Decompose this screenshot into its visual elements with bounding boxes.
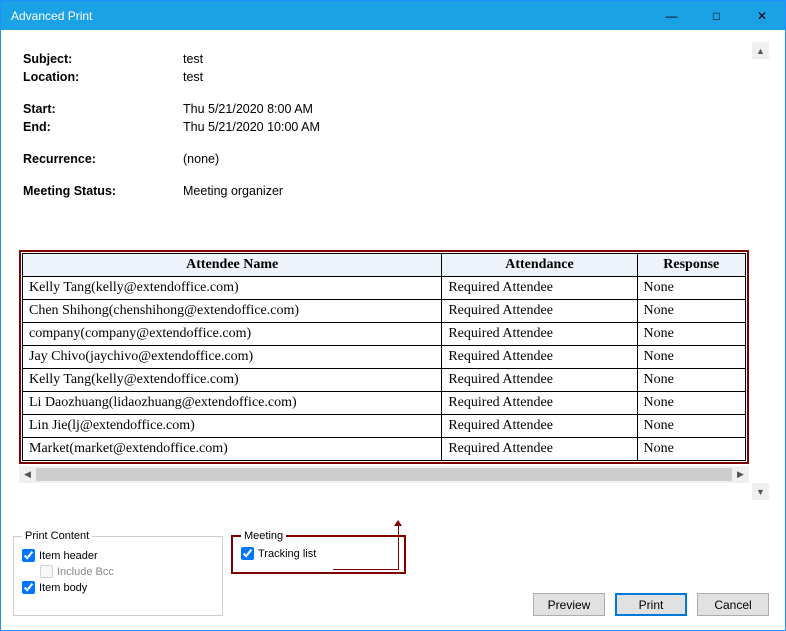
- tracking-list-label: Tracking list: [258, 548, 316, 560]
- cell-attendance: Required Attendee: [442, 392, 637, 415]
- cell-name: Market(market@extendoffice.com): [23, 438, 442, 461]
- print-content-group: Print Content Item header Include Bcc It…: [13, 530, 223, 616]
- close-button[interactable]: ✕: [739, 1, 785, 31]
- cell-name: Kelly Tang(kelly@extendoffice.com): [23, 277, 442, 300]
- scrollbar-thumb[interactable]: [36, 468, 732, 481]
- meeting-group: Meeting Tracking list: [231, 530, 406, 574]
- table-row: Jay Chivo(jaychivo@extendoffice.com)Requ…: [23, 346, 746, 369]
- status-value: Meeting organizer: [183, 182, 283, 200]
- minimize-button[interactable]: —: [649, 1, 694, 31]
- tracking-list-input[interactable]: [241, 547, 254, 560]
- cell-attendance: Required Attendee: [442, 346, 637, 369]
- item-header-input[interactable]: [22, 549, 35, 562]
- scroll-down-button[interactable]: ▼: [752, 483, 769, 500]
- cell-response: None: [637, 300, 745, 323]
- meeting-legend: Meeting: [241, 530, 286, 542]
- cell-attendance: Required Attendee: [442, 323, 637, 346]
- cell-response: None: [637, 277, 745, 300]
- preview-area: ▲ ▼ Subject: test Location: test Start: …: [13, 42, 769, 520]
- cell-response: None: [637, 346, 745, 369]
- status-label: Meeting Status:: [23, 182, 183, 200]
- preview-button[interactable]: Preview: [533, 593, 605, 616]
- dialog-footer: Print Content Item header Include Bcc It…: [13, 530, 769, 622]
- tracking-table: Attendee Name Attendance Response Kelly …: [22, 253, 746, 461]
- item-body-input[interactable]: [22, 581, 35, 594]
- cell-name: Chen Shihong(chenshihong@extendoffice.co…: [23, 300, 442, 323]
- cell-name: Lin Jie(lj@extendoffice.com): [23, 415, 442, 438]
- cell-response: None: [637, 438, 745, 461]
- col-response: Response: [637, 254, 745, 277]
- include-bcc-label: Include Bcc: [57, 566, 114, 578]
- item-body-label: Item body: [39, 582, 87, 594]
- scroll-right-icon: ▶: [732, 469, 749, 480]
- print-button[interactable]: Print: [615, 593, 687, 616]
- start-label: Start:: [23, 100, 183, 118]
- horizontal-scrollbar[interactable]: ◀ ▶: [19, 466, 749, 483]
- item-header-checkbox[interactable]: Item header: [22, 549, 214, 562]
- cell-response: None: [637, 369, 745, 392]
- scroll-left-icon: ◀: [19, 469, 36, 480]
- cell-name: Kelly Tang(kelly@extendoffice.com): [23, 369, 442, 392]
- table-row: company(company@extendoffice.com)Require…: [23, 323, 746, 346]
- scroll-up-button[interactable]: ▲: [752, 42, 769, 59]
- col-attendance: Attendance: [442, 254, 637, 277]
- window-title: Advanced Print: [11, 9, 649, 23]
- location-value: test: [183, 68, 203, 86]
- cell-attendance: Required Attendee: [442, 300, 637, 323]
- meeting-details: Subject: test Location: test Start: Thu …: [19, 50, 757, 200]
- include-bcc-checkbox: Include Bcc: [40, 565, 214, 578]
- dialog-buttons: Preview Print Cancel: [533, 593, 769, 616]
- item-body-checkbox[interactable]: Item body: [22, 581, 214, 594]
- end-label: End:: [23, 118, 183, 136]
- include-bcc-input: [40, 565, 53, 578]
- recurrence-label: Recurrence:: [23, 150, 183, 168]
- cancel-button[interactable]: Cancel: [697, 593, 769, 616]
- subject-value: test: [183, 50, 203, 68]
- cell-attendance: Required Attendee: [442, 277, 637, 300]
- maximize-button[interactable]: □: [694, 1, 739, 31]
- cell-name: Li Daozhuang(lidaozhuang@extendoffice.co…: [23, 392, 442, 415]
- print-content-legend: Print Content: [22, 530, 92, 542]
- item-header-label: Item header: [39, 550, 98, 562]
- cell-attendance: Required Attendee: [442, 438, 637, 461]
- recurrence-value: (none): [183, 150, 219, 168]
- table-row: Market(market@extendoffice.com)Required …: [23, 438, 746, 461]
- table-row: Kelly Tang(kelly@extendoffice.com)Requir…: [23, 277, 746, 300]
- table-row: Chen Shihong(chenshihong@extendoffice.co…: [23, 300, 746, 323]
- cell-name: company(company@extendoffice.com): [23, 323, 442, 346]
- cell-response: None: [637, 392, 745, 415]
- location-label: Location:: [23, 68, 183, 86]
- table-row: Lin Jie(lj@extendoffice.com)Required Att…: [23, 415, 746, 438]
- tracking-table-highlight: Attendee Name Attendance Response Kelly …: [19, 250, 749, 464]
- cell-name: Jay Chivo(jaychivo@extendoffice.com): [23, 346, 442, 369]
- col-attendee-name: Attendee Name: [23, 254, 442, 277]
- titlebar: Advanced Print — □ ✕: [1, 1, 785, 31]
- start-value: Thu 5/21/2020 8:00 AM: [183, 100, 313, 118]
- cell-attendance: Required Attendee: [442, 369, 637, 392]
- tracking-list-checkbox[interactable]: Tracking list: [241, 547, 396, 560]
- cell-attendance: Required Attendee: [442, 415, 637, 438]
- subject-label: Subject:: [23, 50, 183, 68]
- dialog-content: ▲ ▼ Subject: test Location: test Start: …: [1, 30, 785, 630]
- table-row: Kelly Tang(kelly@extendoffice.com)Requir…: [23, 369, 746, 392]
- end-value: Thu 5/21/2020 10:00 AM: [183, 118, 320, 136]
- table-row: Li Daozhuang(lidaozhuang@extendoffice.co…: [23, 392, 746, 415]
- cell-response: None: [637, 323, 745, 346]
- cell-response: None: [637, 415, 745, 438]
